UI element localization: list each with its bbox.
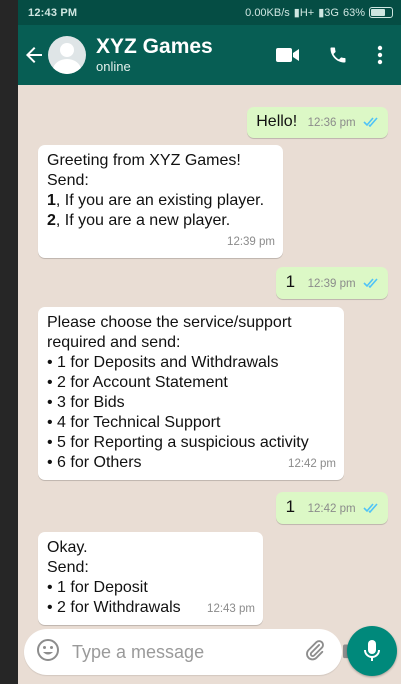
status-indicators: 0.00KB/s ▮H+ ▮3G 63% (245, 6, 393, 19)
message-incoming[interactable]: Please choose the service/support requir… (38, 307, 344, 480)
voice-call-button[interactable] (315, 35, 361, 75)
message-incoming[interactable]: Greeting from XYZ Games! Send: 1, If you… (38, 145, 283, 258)
chat-area[interactable]: Hello! 12:36 pm Greeting from XYZ Games!… (18, 85, 401, 684)
message-line: Greeting from XYZ Games! (47, 152, 241, 169)
double-check-icon (363, 278, 378, 289)
message-line: Send: (47, 172, 89, 189)
contact-info[interactable]: XYZ Games online (96, 35, 265, 75)
message-line: • 2 for Withdrawals (47, 599, 181, 616)
message-incoming[interactable]: Okay. Send: • 1 for Deposit • 2 for With… (38, 532, 263, 625)
status-time: 12:43 PM (28, 6, 78, 19)
battery-icon (369, 7, 393, 18)
message-composer (24, 629, 363, 675)
message-line: Please choose the service/support (47, 314, 292, 331)
emoji-icon (37, 638, 59, 661)
message-outgoing[interactable]: 1 12:42 pm (275, 492, 388, 524)
attach-icon (306, 639, 324, 660)
back-button[interactable] (20, 35, 48, 75)
voice-message-button[interactable] (347, 626, 397, 676)
status-bar: 12:43 PM 0.00KB/s ▮H+ ▮3G 63% (18, 0, 401, 25)
phone-screen: 12:43 PM 0.00KB/s ▮H+ ▮3G 63% XYZ Games … (18, 0, 401, 684)
more-options-button[interactable] (365, 35, 395, 75)
message-line: 2, If you are a new player. (47, 212, 231, 229)
contact-name: XYZ Games (96, 35, 213, 58)
contact-status: online (96, 59, 131, 74)
video-call-button[interactable] (265, 35, 311, 75)
double-check-icon (363, 117, 378, 128)
message-text: Hello! (256, 113, 298, 130)
attach-button[interactable] (304, 639, 326, 666)
header-actions (265, 35, 395, 75)
message-line: • 5 for Reporting a suspicious activity (47, 434, 309, 451)
message-text: 1 (285, 272, 296, 291)
message-line: • 2 for Account Statement (47, 374, 228, 391)
message-input[interactable] (72, 641, 304, 663)
video-call-icon (276, 48, 299, 62)
message-line: Send: (47, 559, 89, 576)
chat-header: XYZ Games online (18, 25, 401, 85)
message-line: required and send: (47, 334, 181, 351)
message-time: 12:43 pm (207, 603, 255, 615)
voice-call-icon (330, 47, 346, 63)
more-options-icon (377, 45, 383, 65)
battery-percent: 63% (342, 6, 365, 19)
left-edge (0, 0, 18, 684)
message-time: 12:36 pm (307, 117, 356, 129)
emoji-button[interactable] (36, 638, 60, 667)
message-line: • 4 for Technical Support (47, 414, 221, 431)
double-check-icon (363, 503, 378, 514)
message-time: 12:42 pm (307, 503, 356, 515)
message-line: • 6 for Others (47, 454, 142, 471)
back-arrow-icon (26, 47, 42, 63)
message-outgoing[interactable]: Hello! 12:36 pm (247, 107, 388, 138)
contact-avatar[interactable] (48, 36, 86, 74)
message-line: • 3 for Bids (47, 394, 125, 411)
message-line: 1, If you are an existing player. (47, 192, 265, 209)
message-time: 12:39 pm (307, 278, 356, 290)
composer-row (18, 620, 401, 684)
message-time: 12:42 pm (288, 458, 336, 470)
mic-icon (364, 640, 380, 661)
message-line: • 1 for Deposits and Withdrawals (47, 354, 279, 371)
signal-h-label: ▮H+ (293, 7, 315, 19)
message-line: • 1 for Deposit (47, 579, 148, 596)
message-outgoing[interactable]: 1 12:39 pm (275, 267, 388, 299)
message-line: Okay. (47, 539, 88, 556)
message-time: 12:39 pm (227, 236, 275, 248)
signal-3g-label: ▮3G (318, 7, 339, 19)
network-speed: 0.00KB/s (245, 6, 290, 19)
message-text: 1 (285, 497, 296, 516)
